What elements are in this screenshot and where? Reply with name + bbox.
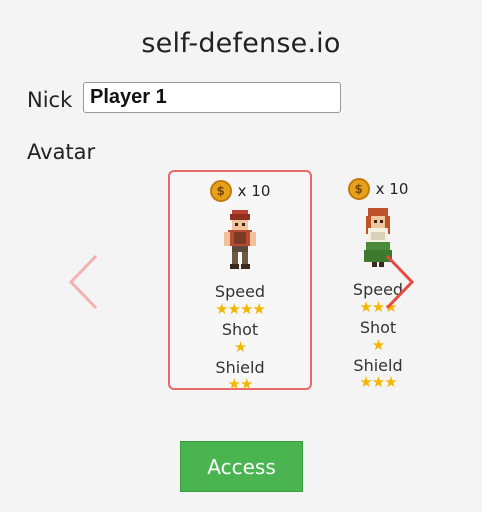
prev-avatar-arrow-icon[interactable] [66,252,100,312]
coin-icon: $ [209,180,232,202]
stat-shield-stars: ★★ [227,375,254,393]
avatar-card[interactable]: $ x 10 Speed ★★★ Shot ★ Shield ★★★ [306,170,450,391]
page-title: self-defense.io [141,28,341,59]
price-label: x 10 [375,180,409,198]
stat-speed-stars: ★★★ [359,298,397,316]
avatar-card-selected[interactable]: $ x 10 Speed ★★★★ Shot ★ Shield ★★ [168,170,312,393]
nick-input[interactable] [83,82,341,113]
stat-speed-stars: ★★★★ [215,300,266,318]
coin-icon: $ [347,178,370,200]
stat-speed-label: Speed [214,282,266,301]
stat-speed-label: Speed [352,280,404,299]
access-button[interactable]: Access [180,441,303,492]
next-avatar-arrow-icon[interactable] [383,252,417,312]
stat-shot-stars: ★ [371,336,385,354]
avatar-price: $ x 10 [306,178,450,200]
warrior-sprite-icon [224,210,256,269]
price-label: x 10 [237,182,271,200]
avatar-price: $ x 10 [170,180,310,202]
nick-label: Nick [27,88,73,112]
stat-shot-label: Shot [221,320,259,339]
stat-shot-stars: ★ [233,338,247,356]
stat-shield-stars: ★★★ [359,373,397,391]
avatar-label: Avatar [27,140,96,164]
stat-shot-label: Shot [359,318,397,337]
